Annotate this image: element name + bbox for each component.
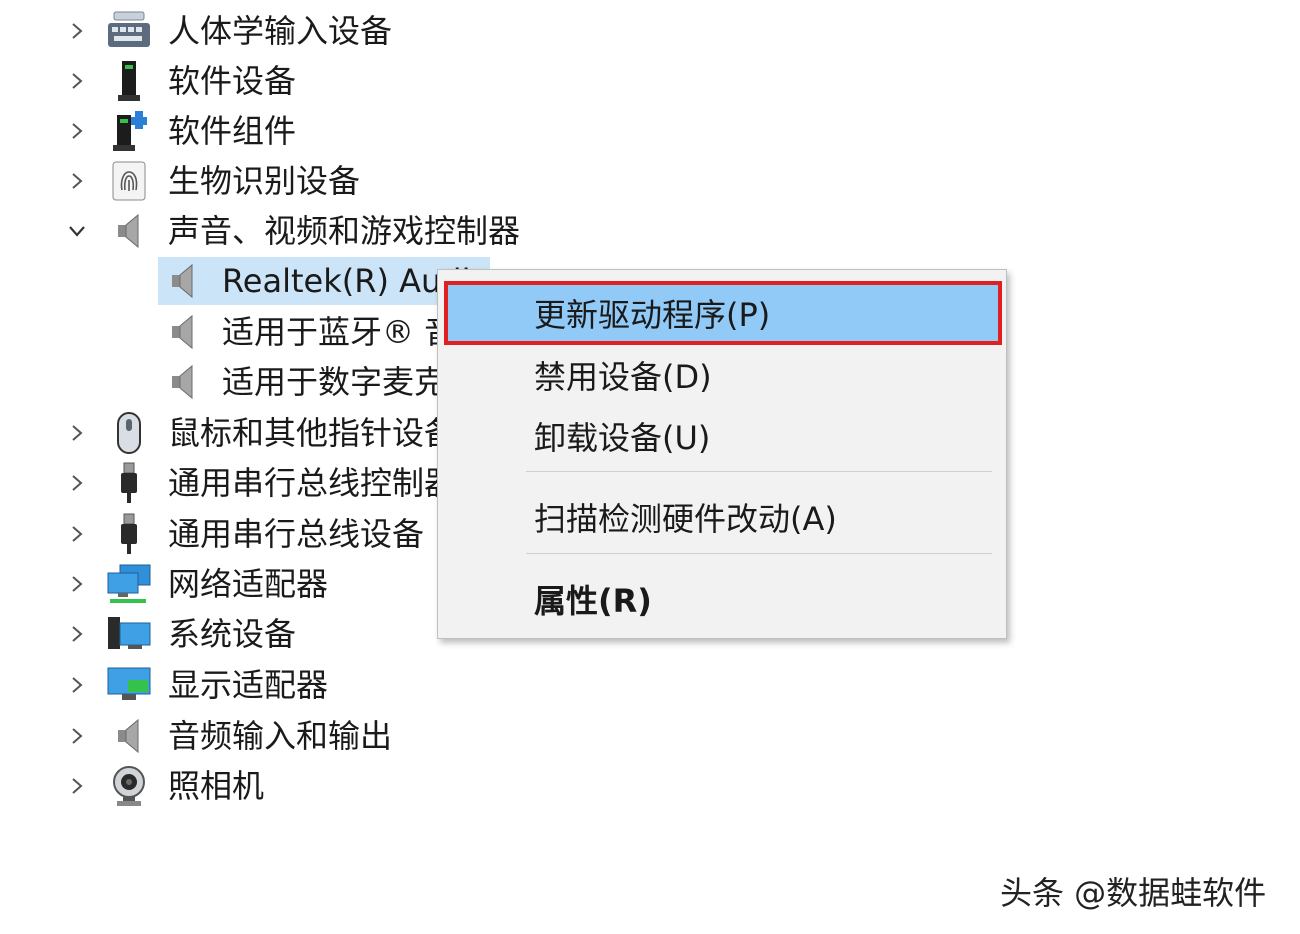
usb-icon <box>104 509 154 559</box>
system-icon <box>104 609 154 659</box>
camera-icon <box>104 761 154 811</box>
tree-item-label: 声音、视频和游戏控制器 <box>168 212 521 250</box>
keyboard-icon <box>104 6 154 56</box>
speaker-icon <box>158 256 208 306</box>
speaker-icon <box>158 307 208 357</box>
tree-item-label: 软件设备 <box>168 62 297 100</box>
menu-item-label: 更新驱动程序(P) <box>534 296 771 334</box>
menu-item-properties[interactable]: 属性(R) <box>446 569 1000 629</box>
tower-puzzle-icon <box>104 106 154 156</box>
tree-item-label: 人体学输入设备 <box>168 12 393 50</box>
menu-item-update-driver[interactable]: 更新驱动程序(P) <box>444 281 1002 345</box>
fingerprint-icon <box>104 156 154 206</box>
menu-item-label: 卸载设备(U) <box>534 419 711 457</box>
speaker-icon <box>158 357 208 407</box>
chevron-right-icon[interactable] <box>60 106 94 156</box>
mouse-icon <box>104 408 154 458</box>
menu-item-label: 禁用设备(D) <box>534 358 712 396</box>
speaker-icon <box>104 711 154 761</box>
menu-separator <box>526 471 992 472</box>
tree-item-label: 生物识别设备 <box>168 162 361 200</box>
tree-item-label: 网络适配器 <box>168 565 329 603</box>
network-icon <box>104 559 154 609</box>
tree-item-label: 通用串行总线控制器 <box>168 464 457 502</box>
chevron-right-icon[interactable] <box>60 156 94 206</box>
chevron-right-icon[interactable] <box>60 559 94 609</box>
chevron-right-icon[interactable] <box>60 408 94 458</box>
tower-icon <box>104 56 154 106</box>
tree-item-label: 系统设备 <box>168 615 297 653</box>
chevron-down-icon[interactable] <box>60 206 94 256</box>
context-menu: 更新驱动程序(P) 禁用设备(D) 卸载设备(U) 扫描检测硬件改动(A) 属性… <box>437 269 1007 639</box>
tree-item-label: 音频输入和输出 <box>168 717 393 755</box>
chevron-right-icon[interactable] <box>60 660 94 710</box>
chevron-right-icon[interactable] <box>60 609 94 659</box>
tree-item-label: 通用串行总线设备 <box>168 515 425 553</box>
watermark: 头条 @数据蛙软件 <box>1000 874 1267 912</box>
tree-item-label: 鼠标和其他指针设备 <box>168 414 457 452</box>
speaker-icon <box>104 206 154 256</box>
chevron-right-icon[interactable] <box>60 509 94 559</box>
menu-item-uninstall-device[interactable]: 卸载设备(U) <box>446 406 1000 466</box>
chevron-right-icon[interactable] <box>60 711 94 761</box>
usb-icon <box>104 458 154 508</box>
tree-item-label: 显示适配器 <box>168 666 329 704</box>
chevron-right-icon[interactable] <box>60 458 94 508</box>
tree-item-label: 软件组件 <box>168 112 297 150</box>
chevron-right-icon[interactable] <box>60 56 94 106</box>
menu-item-disable-device[interactable]: 禁用设备(D) <box>446 345 1000 405</box>
menu-item-label: 属性(R) <box>534 582 652 620</box>
menu-item-scan-hardware[interactable]: 扫描检测硬件改动(A) <box>446 487 1000 547</box>
chevron-right-icon[interactable] <box>60 761 94 811</box>
display-icon <box>104 660 154 710</box>
chevron-right-icon[interactable] <box>60 6 94 56</box>
tree-item-label: 照相机 <box>168 767 265 805</box>
menu-item-label: 扫描检测硬件改动(A) <box>534 500 837 538</box>
menu-separator <box>526 553 992 554</box>
